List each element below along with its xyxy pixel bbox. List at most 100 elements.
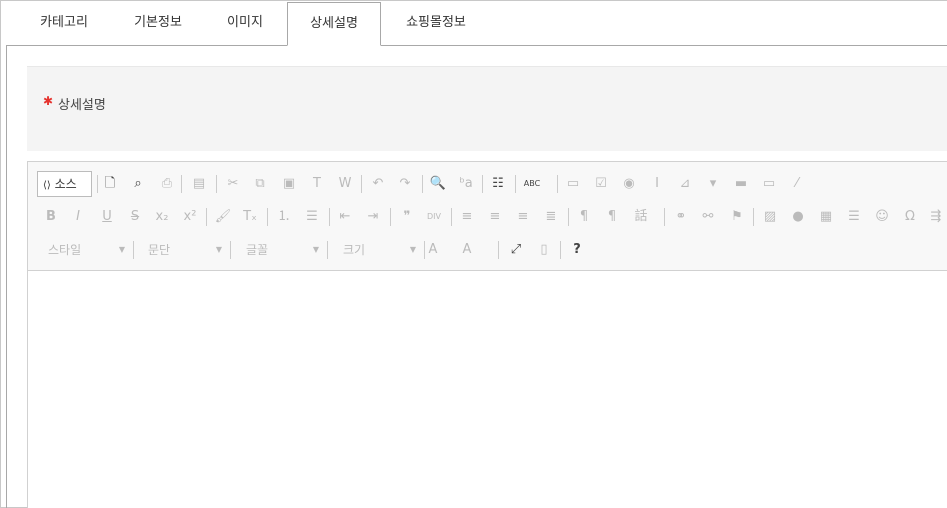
form-icon[interactable]: ▭: [562, 173, 584, 195]
bold-icon[interactable]: B: [40, 206, 62, 228]
chevron-down-icon: ▼: [215, 245, 222, 254]
sup-icon[interactable]: x²: [179, 206, 201, 228]
preview-icon[interactable]: ⌕: [127, 173, 149, 195]
toolbar-separator: [267, 208, 268, 226]
format-label: 문단: [148, 243, 171, 257]
hidden-icon[interactable]: ⁄: [786, 173, 808, 195]
toolbar-separator: [390, 208, 391, 226]
copy-icon[interactable]: ⧉: [249, 173, 271, 195]
required-mark: ✱: [43, 94, 54, 108]
copyformat-icon[interactable]: 🖌: [212, 206, 234, 228]
link-icon[interactable]: ⚭: [670, 206, 692, 228]
specialchar-icon[interactable]: Ω: [899, 206, 921, 228]
underline-icon[interactable]: U: [96, 206, 118, 228]
toolbar-separator: [206, 208, 207, 226]
format-combo[interactable]: 문단 ▼: [138, 239, 226, 261]
font-label: 글꼴: [246, 243, 269, 257]
find-icon[interactable]: 🔍: [427, 173, 449, 195]
button-icon[interactable]: ▬: [730, 173, 752, 195]
smiley-icon[interactable]: ☺: [871, 206, 893, 228]
div-icon[interactable]: DIV: [423, 206, 445, 228]
toolbar-separator: [568, 208, 569, 226]
imagebutton-icon[interactable]: ▭: [758, 173, 780, 195]
maximize-icon[interactable]: ⤢: [505, 239, 527, 261]
rtl-icon[interactable]: ¶: [601, 206, 623, 228]
checkbox-icon[interactable]: ☑: [590, 173, 612, 195]
justify-icon[interactable]: ≣: [540, 206, 562, 228]
ltr-icon[interactable]: ¶: [573, 206, 595, 228]
paste-text-icon[interactable]: T: [306, 173, 328, 195]
editor-toolbar: ⟨⟩ 소스 스타일 ▼ 문단 ▼ 글꼴 ▼ 크기 ▼ 🗋 ⌕ ⎙ ▤ ✂ ⧉ ▣ T W ↶ ↷ 🔍 ᵇa ☷ AB…: [28, 162, 947, 271]
textfield-icon[interactable]: I: [646, 173, 668, 195]
print-icon[interactable]: ⎙: [156, 173, 178, 195]
italic-icon[interactable]: I: [67, 206, 89, 228]
tab-category[interactable]: 카테고리: [19, 2, 109, 46]
toolbar-separator: [329, 208, 330, 226]
select-icon[interactable]: ▾: [702, 173, 724, 195]
style-combo[interactable]: 스타일 ▼: [38, 239, 129, 261]
unlink-icon[interactable]: ⚯: [697, 206, 719, 228]
lang-icon[interactable]: 話: [630, 206, 652, 228]
section-header: [27, 66, 947, 151]
toolbar-separator: [97, 175, 98, 193]
hr-icon[interactable]: ☰: [843, 206, 865, 228]
source-button[interactable]: ⟨⟩ 소스: [37, 171, 92, 197]
toolbar-separator: [515, 175, 516, 193]
center-icon[interactable]: ≡: [484, 206, 506, 228]
blockquote-icon[interactable]: ❞: [396, 206, 418, 228]
textcolor-icon[interactable]: A: [422, 239, 444, 261]
about-icon[interactable]: ?: [566, 239, 588, 261]
toolbar-separator: [753, 208, 754, 226]
pagebreak-icon[interactable]: ⇶: [925, 206, 947, 228]
tab-basic-info[interactable]: 기본정보: [112, 2, 204, 46]
showblocks-icon[interactable]: ▯: [533, 239, 555, 261]
redo-icon[interactable]: ↷: [394, 173, 416, 195]
ol-icon[interactable]: ⒈: [273, 206, 295, 228]
flash-icon[interactable]: ●: [787, 206, 809, 228]
bgcolor-icon[interactable]: A: [456, 239, 478, 261]
toolbar-separator: [216, 175, 217, 193]
right-icon[interactable]: ≡: [512, 206, 534, 228]
cut-icon[interactable]: ✂: [222, 173, 244, 195]
radio-icon[interactable]: ◉: [618, 173, 640, 195]
image-icon[interactable]: ▨: [759, 206, 781, 228]
newpage-icon[interactable]: 🗋: [99, 173, 121, 195]
tab-shopping-mall-info[interactable]: 쇼핑몰정보: [390, 2, 482, 46]
sub-icon[interactable]: x₂: [151, 206, 173, 228]
rich-text-editor: ⟨⟩ 소스 스타일 ▼ 문단 ▼ 글꼴 ▼ 크기 ▼ 🗋 ⌕ ⎙ ▤ ✂ ⧉ ▣ T W ↶ ↷ 🔍 ᵇa ☷ AB…: [27, 161, 947, 508]
indent-icon[interactable]: ⇥: [362, 206, 384, 228]
undo-icon[interactable]: ↶: [367, 173, 389, 195]
tab-image[interactable]: 이미지: [200, 2, 290, 46]
toolbar-separator: [181, 175, 182, 193]
toolbar-separator: [361, 175, 362, 193]
textarea-icon[interactable]: ⊿: [674, 173, 696, 195]
size-combo[interactable]: 크기 ▼: [333, 239, 420, 261]
strike-icon[interactable]: S: [124, 206, 146, 228]
selectall-icon[interactable]: ☷: [487, 173, 509, 195]
toolbar-separator: [560, 241, 561, 259]
toolbar-separator: [451, 208, 452, 226]
paste-icon[interactable]: ▣: [278, 173, 300, 195]
source-label: 소스: [54, 177, 77, 191]
tab-detail-description[interactable]: 상세설명: [287, 2, 381, 46]
paste-word-icon[interactable]: W: [334, 173, 356, 195]
ul-icon[interactable]: ☰: [301, 206, 323, 228]
chevron-down-icon: ▼: [409, 245, 416, 254]
toolbar-separator: [498, 241, 499, 259]
toolbar-separator: [482, 175, 483, 193]
toolbar-separator: [664, 208, 665, 226]
font-combo[interactable]: 글꼴 ▼: [236, 239, 323, 261]
chevron-down-icon: ▼: [312, 245, 319, 254]
outdent-icon[interactable]: ⇤: [334, 206, 356, 228]
anchor-icon[interactable]: ⚑: [726, 206, 748, 228]
editor-content-area[interactable]: [28, 271, 947, 508]
table-icon[interactable]: ▦: [815, 206, 837, 228]
toolbar-separator: [327, 241, 328, 259]
templates-icon[interactable]: ▤: [188, 173, 210, 195]
left-icon[interactable]: ≡: [456, 206, 478, 228]
replace-icon[interactable]: ᵇa: [455, 173, 477, 195]
spell-icon[interactable]: ABC: [521, 173, 543, 195]
removeformat-icon[interactable]: Tₓ: [239, 206, 261, 228]
section-label: 상세설명: [58, 98, 106, 113]
toolbar-separator: [557, 175, 558, 193]
